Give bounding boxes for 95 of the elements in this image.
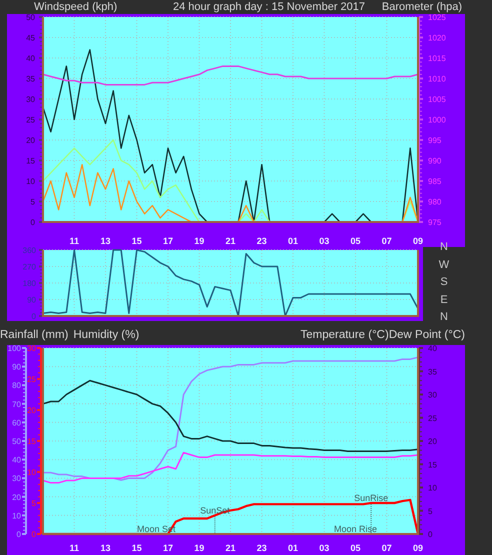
axis-tick-label: 5	[428, 506, 432, 516]
axis-tick-label: 30	[26, 95, 35, 104]
axis-tick-label: 10	[428, 484, 437, 492]
axis-tick-label: 360	[22, 247, 36, 255]
axis-tick-label: 23	[256, 236, 267, 246]
axis-tick-label: 01	[288, 543, 298, 553]
annotation-label: Moon Rise	[334, 524, 378, 534]
axis-tick-label: 15	[428, 460, 437, 470]
axis-tick-label: 985	[428, 177, 442, 186]
axis-tick-label: 17	[163, 236, 173, 246]
axis-tick-label: 20	[26, 136, 35, 145]
axis-tick-label: 45	[26, 34, 35, 42]
axis-tick-label: 70	[12, 400, 21, 409]
axis-tick-label: 0	[32, 312, 36, 321]
axis-tick-label: 15	[132, 236, 142, 246]
axis-tick-label: 11	[70, 236, 79, 246]
axis-tick-label: 13	[100, 543, 110, 553]
axis-tick-label: 09	[413, 236, 423, 246]
axis-tick-label: 07	[382, 543, 392, 553]
axis-tick-label: 980	[428, 198, 442, 206]
axis-tick-label: 05	[350, 543, 360, 553]
axis-tick-label: 25	[26, 116, 35, 124]
compass-label: W	[438, 258, 450, 270]
axis-tick-label: 30	[428, 390, 437, 400]
axis-tick-label: 07	[382, 236, 392, 246]
axis-tick-label: 1010	[428, 74, 446, 84]
axis-tick-label: 01	[288, 236, 298, 246]
axis-tick-label: 25	[428, 414, 437, 423]
axis-tick-label: 180	[22, 279, 36, 288]
compass-label: S	[440, 276, 448, 288]
axis-tick-label: 35	[428, 367, 437, 376]
axis-tick-label: 60	[12, 418, 21, 428]
compass-label: N	[440, 311, 448, 323]
axis-tick-label: 15	[27, 437, 36, 446]
axis-tick-label: 03	[319, 543, 330, 553]
axis-tick-label: 09	[413, 543, 423, 553]
axis-tick-label: 10	[26, 177, 35, 186]
axis-tick-label: 35	[26, 74, 35, 84]
annotation-label: SunSet	[200, 505, 230, 516]
axis-tick-label: 1005	[428, 95, 446, 104]
axis-tick-label: 0	[30, 218, 35, 227]
axis-tick-label: 0	[32, 530, 36, 539]
axis-tick-label: 15	[26, 156, 35, 166]
axis-tick-label: 80	[12, 381, 21, 390]
chart-title: Temperature (°C)	[300, 329, 389, 341]
axis-tick-label: 05	[350, 236, 360, 246]
axis-tick-label: 30	[27, 345, 36, 353]
marker-line	[370, 504, 372, 534]
axis-tick-label: 13	[100, 236, 110, 246]
axis-tick-label: 20	[27, 406, 36, 415]
chart-title: Dew Point (°C)	[388, 329, 465, 341]
axis-tick-label: 90	[27, 296, 36, 304]
axis-tick-label: 21	[226, 543, 236, 553]
axis-tick-label: 50	[12, 437, 21, 446]
axis-tick-label: 30	[12, 474, 21, 484]
axis-tick-label: 90	[12, 362, 21, 372]
compass-label: E	[440, 294, 448, 306]
annotation-label: SunRise	[354, 493, 388, 503]
axis-tick-label: 50	[26, 14, 35, 22]
axis-tick-label: 25	[27, 375, 36, 384]
chart-title: Windspeed (kph)	[34, 0, 118, 14]
axis-tick-label: 1000	[428, 116, 446, 124]
chart-title: Humidity (%)	[73, 329, 140, 341]
axis-tick-label: 0	[428, 530, 432, 539]
axis-tick-label: 1025	[428, 14, 446, 22]
axis-tick-label: 40	[428, 345, 437, 353]
axis-tick-label: 270	[22, 262, 36, 272]
axis-tick-label: 995	[428, 136, 442, 145]
y-axis	[39, 249, 44, 317]
axis-tick-label: 0	[16, 530, 21, 539]
chart-title: Rainfall (mm)	[0, 329, 68, 341]
axis-tick-label: 5	[32, 499, 36, 508]
axis-tick-label: 17	[163, 543, 173, 553]
axis-tick-label: 03	[319, 236, 330, 246]
axis-tick-label: 11	[70, 543, 79, 553]
graph-title: 24 hour graph day : 15 November 2017	[173, 0, 366, 14]
axis-tick-label: 19	[194, 543, 204, 553]
axis-tick-label: 1020	[428, 34, 446, 42]
axis-tick-label: 20	[12, 492, 21, 502]
axis-tick-label: 20	[428, 437, 437, 446]
axis-tick-label: 1015	[428, 54, 446, 63]
axis-tick-label: 19	[194, 236, 204, 246]
axis-tick-label: 5	[30, 198, 35, 206]
axis-tick-label: 975	[428, 218, 442, 227]
marker-line	[214, 516, 216, 534]
axis-tick-label: 100	[8, 345, 21, 353]
axis-tick-label: 40	[12, 456, 21, 465]
axis-tick-label: 10	[27, 468, 36, 477]
axis-tick-label: 15	[132, 543, 142, 553]
axis-tick-label: 40	[26, 54, 35, 63]
axis-tick-label: 23	[256, 543, 267, 553]
chart-title: Barometer (hpa)	[382, 0, 462, 14]
axis-tick-label: 10	[12, 511, 21, 520]
axis-tick-label: 990	[428, 156, 442, 166]
axis-tick-label: 21	[226, 236, 236, 246]
